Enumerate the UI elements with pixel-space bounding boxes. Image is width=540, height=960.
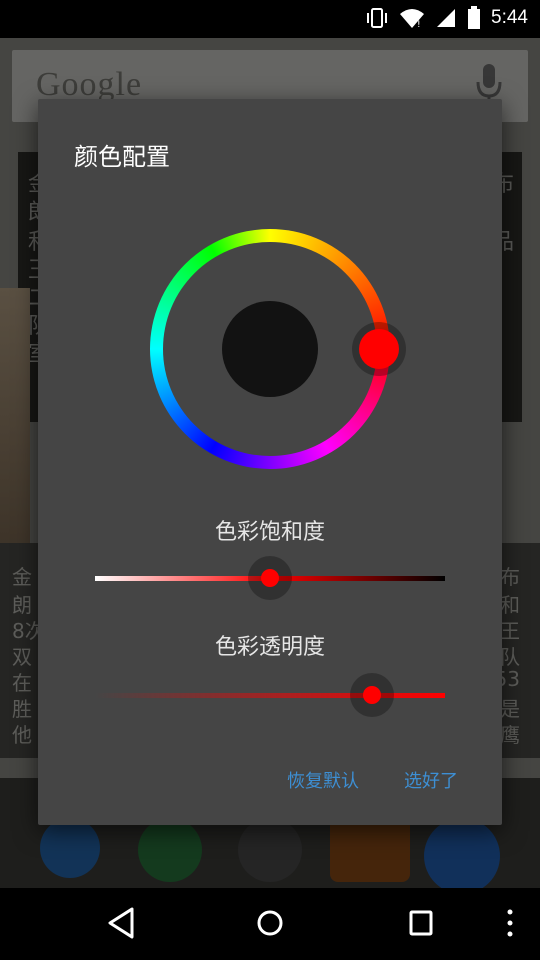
alpha-label: 色彩透明度 [214, 635, 325, 660]
wifi-icon: ! [399, 7, 425, 29]
status-time: 5:44 [491, 7, 528, 28]
confirm-button[interactable]: 选好了 [398, 763, 464, 797]
battery-icon [467, 6, 481, 30]
vibrate-icon [365, 7, 389, 29]
back-icon[interactable] [106, 906, 136, 944]
color-config-dialog: 颜色配置 色彩饱和度 色彩透明度 恢复默认 选好了 [38, 99, 502, 825]
color-wheel[interactable] [150, 229, 406, 469]
alpha-slider[interactable] [95, 673, 445, 717]
dialog-title: 颜色配置 [74, 143, 170, 171]
status-bar: ! 5:44 [0, 0, 540, 38]
signal-icon [435, 7, 457, 29]
saturation-label: 色彩饱和度 [214, 520, 325, 545]
hue-handle[interactable] [359, 329, 399, 369]
status-icons: ! 5:44 [365, 6, 528, 30]
overflow-menu-icon[interactable] [500, 906, 520, 944]
recents-icon[interactable] [406, 906, 436, 944]
alpha-thumb[interactable] [362, 686, 381, 704]
saturation-slider[interactable] [95, 556, 445, 600]
reset-default-button[interactable]: 恢复默认 [281, 763, 365, 797]
navigation-bar [0, 888, 540, 960]
saturation-thumb[interactable] [261, 569, 279, 587]
color-preview-circle [222, 301, 318, 397]
home-icon[interactable] [255, 906, 285, 944]
svg-text:!: ! [417, 20, 421, 29]
